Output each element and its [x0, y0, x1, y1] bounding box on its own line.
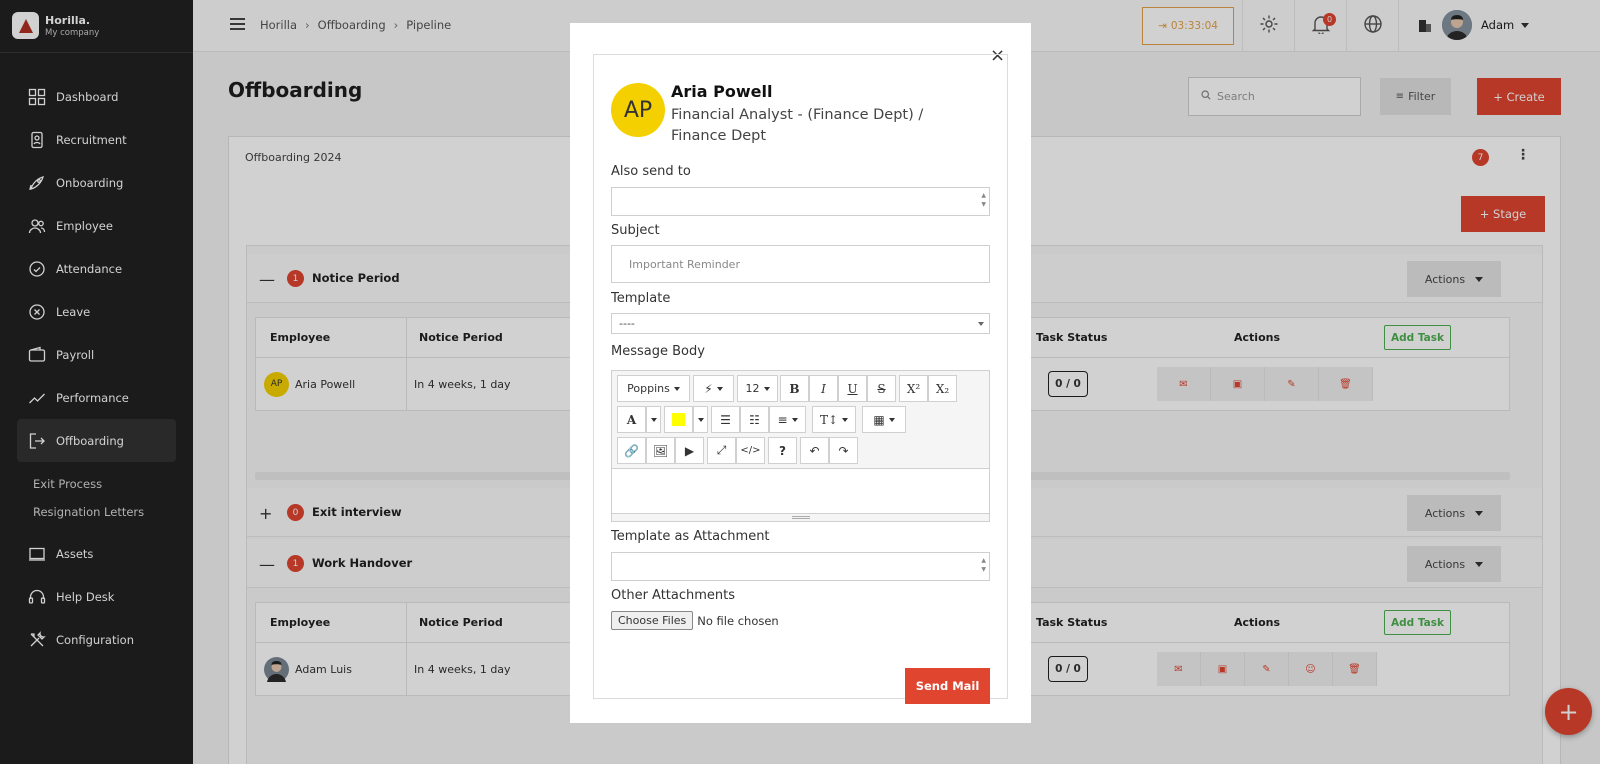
highlight-color-button[interactable]: [664, 406, 693, 433]
subscript-button[interactable]: X₂: [928, 375, 957, 402]
strikethrough-button[interactable]: S: [867, 375, 896, 402]
chevron-down-icon: [978, 322, 984, 326]
magic-wand-icon: ⚡: [704, 381, 713, 396]
underline-icon: U: [847, 381, 858, 396]
caret-down-icon: [697, 417, 704, 422]
scroll-arrows-icon: ▲ ▼: [981, 557, 986, 573]
align-dropdown[interactable]: ≡: [769, 406, 806, 433]
caret-down-icon: [650, 417, 657, 422]
scroll-arrows-icon: ▲ ▼: [981, 192, 986, 208]
line-height-icon: T↕: [819, 412, 839, 427]
rich-text-editor: Poppins ⚡ 12 B I U S X² X₂ A ☰ ☷ ≡ T↕ ▦ …: [611, 370, 990, 522]
message-body-textarea[interactable]: [612, 468, 989, 514]
font-family-dropdown[interactable]: Poppins: [617, 375, 690, 402]
file-input: Choose Files No file chosen: [611, 611, 779, 630]
template-label: Template: [611, 291, 671, 306]
template-attachment-field[interactable]: ▲ ▼: [611, 552, 990, 581]
help-icon: ?: [779, 443, 786, 458]
also-send-to-label: Also send to: [611, 164, 691, 179]
font-size-value: 12: [745, 382, 760, 395]
redo-button[interactable]: ↷: [829, 437, 858, 464]
subject-placeholder: Important Reminder: [629, 257, 740, 271]
table-icon: ▦: [873, 412, 885, 427]
subject-input[interactable]: Important Reminder: [611, 245, 990, 283]
mail-form: AP Aria Powell Financial Analyst - (Fina…: [593, 54, 1008, 704]
underline-button[interactable]: U: [838, 375, 867, 402]
font-color-icon: A: [626, 412, 637, 427]
subscript-icon: X₂: [935, 381, 950, 396]
subject-label: Subject: [611, 223, 660, 238]
bullet-list-button[interactable]: ☰: [711, 406, 740, 433]
video-button[interactable]: ▶: [675, 437, 704, 464]
employee-position: Financial Analyst - (Finance Dept) / Fin…: [671, 107, 924, 144]
line-height-dropdown[interactable]: T↕: [812, 406, 856, 433]
superscript-icon: X²: [906, 381, 921, 396]
numbered-list-button[interactable]: ☷: [740, 406, 769, 433]
magic-wand-button[interactable]: ⚡: [693, 375, 734, 402]
highlight-swatch-icon: [672, 413, 685, 426]
avatar: AP: [611, 83, 665, 137]
font-color-dropdown[interactable]: [646, 406, 661, 433]
image-button[interactable]: 🖼: [646, 437, 675, 464]
template-value: ----: [619, 317, 635, 330]
also-send-to-field[interactable]: ▲ ▼: [611, 187, 990, 216]
undo-icon: ↶: [809, 443, 820, 458]
help-button[interactable]: ?: [768, 437, 797, 464]
table-dropdown[interactable]: ▦: [862, 406, 906, 433]
link-button[interactable]: 🔗: [617, 437, 646, 464]
video-icon: ▶: [684, 443, 695, 458]
numbered-list-icon: ☷: [749, 412, 760, 427]
template-attachment-label: Template as Attachment: [611, 529, 770, 544]
send-mail-modal: × AP Aria Powell Financial Analyst - (Fi…: [570, 23, 1031, 723]
message-body-label: Message Body: [611, 344, 705, 359]
highlight-color-dropdown[interactable]: [693, 406, 708, 433]
choose-files-button[interactable]: Choose Files: [611, 611, 694, 630]
other-attachments-label: Other Attachments: [611, 588, 736, 603]
font-family-value: Poppins: [627, 382, 670, 395]
fullscreen-icon: ⤢: [716, 443, 727, 457]
redo-icon: ↷: [838, 443, 849, 458]
font-color-button[interactable]: A: [617, 406, 646, 433]
resize-handle-icon[interactable]: [792, 516, 810, 519]
bullet-list-icon: ☰: [720, 412, 731, 427]
italic-icon: I: [821, 381, 826, 396]
align-left-icon: ≡: [777, 412, 788, 427]
link-icon: 🔗: [624, 443, 639, 458]
undo-button[interactable]: ↶: [800, 437, 829, 464]
fullscreen-button[interactable]: ⤢: [707, 437, 736, 464]
font-size-dropdown[interactable]: 12: [737, 375, 778, 402]
code-icon: </>: [740, 445, 761, 456]
send-mail-button[interactable]: Send Mail: [905, 668, 990, 704]
employee-name: Aria Powell: [671, 82, 773, 101]
code-view-button[interactable]: </>: [736, 437, 765, 464]
image-icon: 🖼: [652, 443, 669, 458]
superscript-button[interactable]: X²: [899, 375, 928, 402]
template-select[interactable]: ----: [611, 313, 990, 334]
bold-icon: B: [789, 381, 800, 396]
italic-button[interactable]: I: [809, 375, 838, 402]
strikethrough-icon: S: [877, 381, 886, 396]
bold-button[interactable]: B: [780, 375, 809, 402]
file-status: No file chosen: [697, 613, 779, 628]
